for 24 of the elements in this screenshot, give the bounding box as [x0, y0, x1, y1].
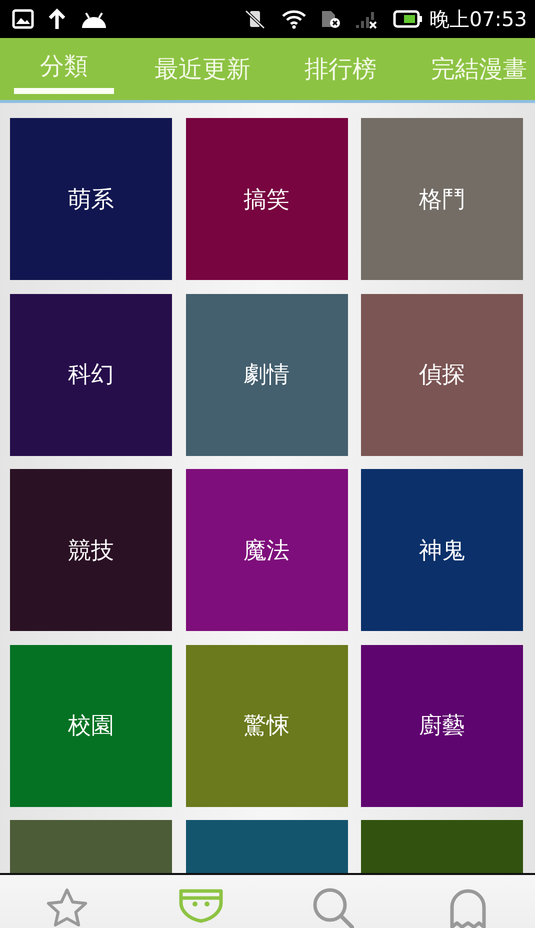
- clock-time: 晚上07:53: [429, 6, 527, 32]
- wifi-icon: [281, 9, 308, 29]
- category-tile[interactable]: 魔法: [186, 469, 348, 631]
- vibrate-off-icon: [243, 8, 268, 30]
- category-tile[interactable]: 劇情: [186, 294, 348, 456]
- category-tile[interactable]: 驚悚: [186, 644, 348, 806]
- category-tile[interactable]: 校園: [10, 644, 172, 806]
- category-tile[interactable]: 競技: [10, 469, 172, 631]
- image-icon: [12, 9, 34, 29]
- signal-icon: [355, 9, 380, 29]
- star-icon[interactable]: [44, 887, 89, 928]
- category-tile[interactable]: 神鬼: [361, 469, 523, 631]
- category-tile[interactable]: 搞笑: [186, 118, 348, 280]
- battery-icon: [393, 10, 424, 28]
- upload-arrow-icon: [48, 8, 66, 30]
- category-tile[interactable]: 科幻: [10, 294, 172, 456]
- category-tile[interactable]: 偵探: [361, 294, 523, 456]
- category-tile[interactable]: 廚藝: [361, 644, 523, 806]
- ghost-icon[interactable]: [448, 887, 488, 928]
- search-icon[interactable]: [312, 887, 356, 928]
- sim-error-icon: [321, 9, 342, 29]
- category-tile[interactable]: 格鬥: [361, 118, 523, 280]
- diaper-icon[interactable]: [178, 887, 224, 923]
- category-tile[interactable]: 萌系: [10, 118, 172, 280]
